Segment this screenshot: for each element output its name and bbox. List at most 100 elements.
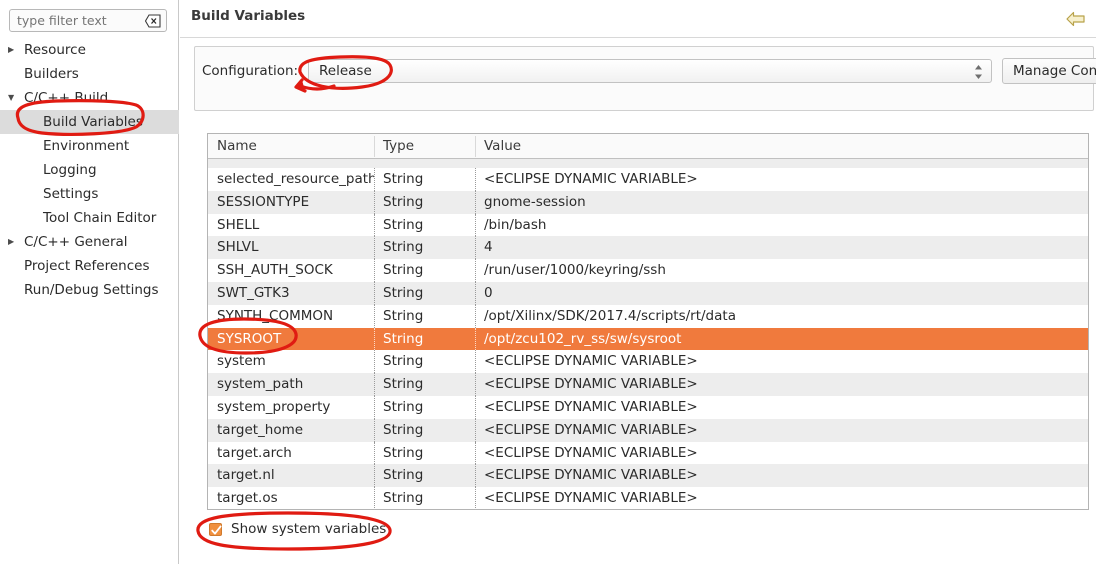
sidebar-item-c-c-build[interactable]: ▼ C/C++ Build — [0, 86, 179, 110]
sidebar-item-label: Builders — [24, 66, 79, 82]
manage-configurations-button[interactable]: Manage Conf — [1002, 58, 1096, 84]
sidebar-item-c-c-general[interactable]: ▶ C/C++ General — [0, 230, 179, 254]
cell-value: /opt/zcu102_rv_ss/sw/sysroot — [475, 327, 1088, 351]
cell-type: String — [374, 418, 475, 442]
sidebar-item-label: Logging — [43, 162, 97, 178]
cell-type: String — [374, 350, 475, 373]
cell-name: target.os — [217, 490, 278, 507]
table-row[interactable]: SWT_GTK3 String 0 — [208, 281, 1088, 305]
cell-value: <ECLIPSE DYNAMIC VARIABLE> — [475, 487, 1088, 509]
cell-value: /bin/bash — [475, 213, 1088, 237]
page-title: Build Variables — [191, 8, 306, 24]
sidebar-item-label: Environment — [43, 138, 130, 154]
cell-value: <ECLIPSE DYNAMIC VARIABLE> — [475, 373, 1088, 396]
table-row[interactable]: SHLVL String 4 — [208, 236, 1088, 260]
cell-value: <ECLIPSE DYNAMIC VARIABLE> — [475, 464, 1088, 487]
cell-name: SYSROOT — [217, 330, 282, 347]
clear-x-icon[interactable] — [145, 14, 161, 28]
cell-name: SESSIONTYPE — [217, 193, 310, 210]
table-row[interactable]: SSH_AUTH_SOCK String/run/user/1000/keyrin… — [208, 259, 1088, 282]
cell-type: String — [374, 190, 475, 214]
title-divider — [180, 37, 1096, 38]
cell-name: system_property — [217, 398, 331, 415]
cell-value: 4 — [475, 236, 1088, 259]
cell-value: /opt/Xilinx/SDK/2017.4/scripts/rt/data — [475, 304, 1088, 328]
table-row[interactable]: target_home String <ECLIPSE DYNAMIC VARIAB… — [208, 418, 1088, 442]
cell-type: String — [374, 464, 475, 487]
sidebar-item-label: C/C++ Build — [24, 90, 109, 106]
table-header-row: Name Type Value — [208, 134, 1088, 159]
cell-value: <ECLIPSE DYNAMIC VARIABLE> — [475, 418, 1088, 442]
sidebar-item-settings[interactable]: Settings — [0, 182, 179, 206]
cell-type: String — [374, 373, 475, 396]
sidebar-item-label: Tool Chain Editor — [43, 210, 157, 226]
chevron-down-icon[interactable]: ▼ — [8, 86, 20, 110]
table-row[interactable]: selected_resource_path String <ECLIPSE DYN… — [208, 168, 1088, 191]
sidebar-item-environment[interactable]: Environment — [0, 134, 179, 158]
table-row[interactable]: target.os String <ECLIPSE DYNAMIC VARIABLE… — [208, 487, 1088, 509]
build-variables-table[interactable]: Name Type Value selected_resource_path St… — [207, 133, 1089, 510]
cell-name: SWT_GTK3 — [217, 284, 290, 301]
cell-name: SHLVL — [217, 239, 259, 256]
table-body[interactable]: selected_resource_path String <ECLIPSE DYN… — [208, 159, 1088, 509]
table-row[interactable]: system_path String <ECLIPSE DYNAMIC VARIAB… — [208, 373, 1088, 396]
table-row[interactable]: system String <ECLIPSE DYNAMIC VARIABLE> — [208, 350, 1088, 373]
chevron-right-icon[interactable]: ▶ — [8, 38, 20, 62]
back-arrow-icon[interactable] — [1064, 9, 1088, 29]
column-header-name[interactable]: Name — [208, 134, 374, 158]
cell-name: system_path — [217, 376, 304, 393]
cell-type: String — [374, 487, 475, 509]
cell-name: system — [217, 353, 266, 370]
filter-input[interactable] — [10, 12, 139, 29]
cell-value: gnome-session — [475, 190, 1088, 214]
cell-type: String — [374, 213, 475, 237]
table-row[interactable]: SYSROOT String/opt/zcu102_rv_ss/sw/sysroo… — [208, 327, 1088, 351]
configuration-combo[interactable]: Release — [308, 59, 992, 83]
table-row[interactable]: SHELL String/bin/bash — [208, 213, 1088, 237]
sidebar-item-label: Resource — [24, 42, 86, 58]
show-system-variables-label: Show system variables — [231, 521, 387, 537]
cell-type: String — [374, 236, 475, 259]
cell-name: target_home — [217, 421, 304, 438]
build-variables-pane: Build Variables Configuration: Release M… — [180, 0, 1096, 564]
sidebar-item-tool-chain-editor[interactable]: Tool Chain Editor — [0, 206, 179, 230]
cell-value: <ECLIPSE DYNAMIC VARIABLE> — [475, 168, 1088, 191]
cell-name: SYNTH_COMMON — [217, 307, 334, 324]
sidebar-item-project-references[interactable]: Project References — [0, 254, 179, 278]
sidebar-item-resource[interactable]: ▶ Resource — [0, 38, 179, 62]
chevron-right-icon[interactable]: ▶ — [8, 230, 20, 254]
sidebar-item-logging[interactable]: Logging — [0, 158, 179, 182]
configuration-combo-value: Release — [319, 63, 372, 79]
table-row[interactable]: target.arch String <ECLIPSE DYNAMIC VARIAB… — [208, 441, 1088, 465]
cell-type: String — [374, 395, 475, 419]
cell-type: String — [374, 327, 475, 351]
preferences-tree[interactable]: ▶ Resource Builders ▼ C/C++ Build Build Varia… — [0, 38, 179, 302]
column-header-value[interactable]: Value — [475, 134, 1088, 158]
sidebar-item-build-variables[interactable]: Build Variables — [0, 110, 179, 134]
checkbox-checked-icon[interactable] — [209, 522, 222, 536]
cell-name: SHELL — [217, 216, 260, 233]
table-row[interactable]: SYNTH_COMMON String/opt/Xilinx/SDK/2017.4… — [208, 304, 1088, 328]
cell-type: String — [374, 304, 475, 328]
cell-type: String — [374, 168, 475, 191]
cell-value: <ECLIPSE DYNAMIC VARIABLE> — [475, 350, 1088, 373]
table-row[interactable]: target.nl String <ECLIPSE DYNAMIC VARIABLE… — [208, 464, 1088, 488]
cell-type: String — [374, 259, 475, 282]
sidebar-item-builders[interactable]: Builders — [0, 62, 179, 86]
configuration-label: Configuration: — [202, 63, 299, 79]
cell-type: String — [374, 441, 475, 465]
cell-name: target.nl — [217, 467, 275, 484]
show-system-variables-checkbox[interactable]: Show system variables — [209, 521, 386, 537]
cell-name: target.arch — [217, 444, 292, 461]
table-row[interactable] — [208, 159, 1088, 168]
cell-value: <ECLIPSE DYNAMIC VARIABLE> — [475, 395, 1088, 419]
sidebar-item-label: Run/Debug Settings — [24, 282, 159, 298]
preferences-sidebar: ▶ResourceBuilders▼C/C++ BuildBuild Varia… — [0, 0, 179, 564]
filter-box[interactable] — [9, 9, 167, 32]
sidebar-item-label: Build Variables — [43, 114, 143, 130]
column-header-type[interactable]: Type — [374, 134, 475, 158]
spinner-up-down-icon[interactable] — [974, 63, 983, 81]
table-row[interactable]: SESSIONTYPE String gnome-session — [208, 190, 1088, 214]
sidebar-item-run-debug-settings[interactable]: Run/Debug Settings — [0, 278, 179, 302]
table-row[interactable]: system_property String <ECLIPSE DYNAMIC VA… — [208, 395, 1088, 419]
